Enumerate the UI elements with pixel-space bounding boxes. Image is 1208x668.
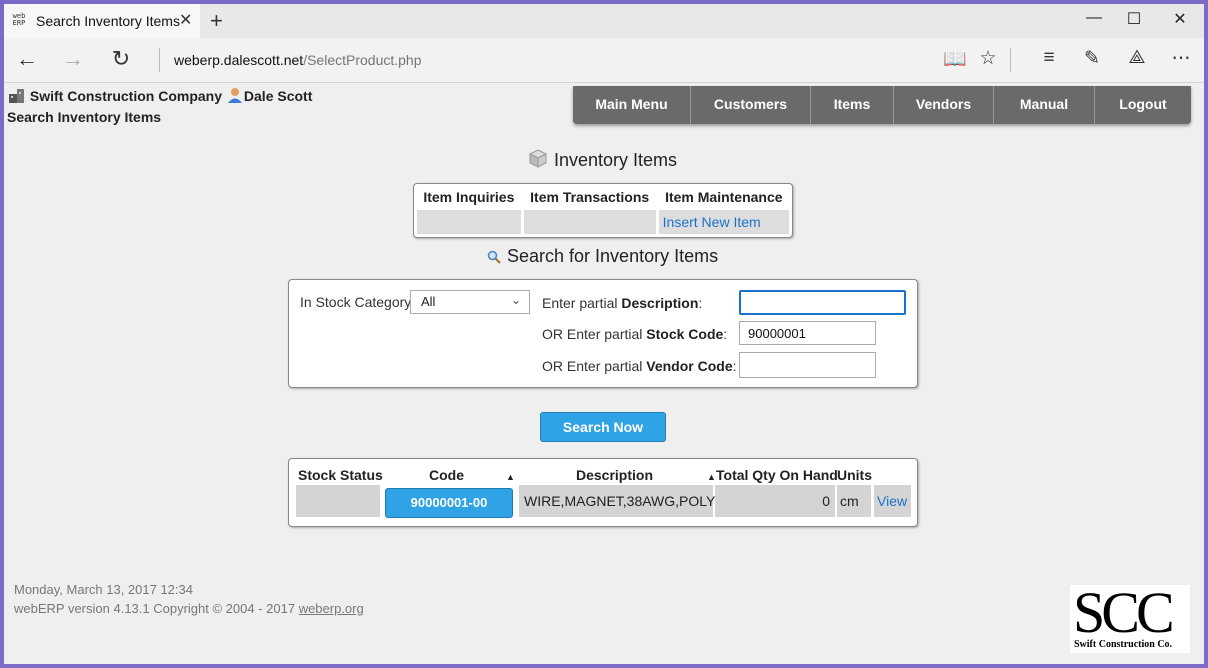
chevron-down-icon: ⌄ bbox=[510, 293, 521, 307]
col-code[interactable]: Code ▲ bbox=[429, 467, 515, 483]
new-tab-icon[interactable]: + bbox=[210, 8, 223, 34]
stock-code-label: OR Enter partial Stock Code: bbox=[542, 326, 728, 342]
url-domain: weberp.dalescott.net bbox=[174, 52, 304, 68]
col-qty-on-hand[interactable]: Total Qty On Hand bbox=[716, 467, 838, 483]
browser-window: web ERP Search Inventory Items ✕ + — ☐ ✕… bbox=[4, 4, 1204, 664]
logo-caption: Swift Construction Co. bbox=[1074, 639, 1173, 650]
sort-asc-icon: ▲ bbox=[707, 472, 716, 482]
description-label: Enter partial Description: bbox=[542, 295, 703, 311]
footer-version: webERP version 4.13.1 Copyright © 2004 -… bbox=[14, 601, 364, 616]
inventory-box-icon bbox=[528, 149, 548, 168]
header-item-transactions: Item Transactions bbox=[530, 189, 650, 205]
reading-view-icon[interactable]: 📖 bbox=[940, 47, 970, 71]
view-link[interactable]: View bbox=[877, 493, 907, 509]
sort-asc-icon: ▲ bbox=[506, 472, 515, 482]
favorite-star-icon[interactable]: ☆ bbox=[973, 47, 1003, 70]
menu-items[interactable]: Items bbox=[811, 86, 894, 124]
close-window-icon[interactable]: ✕ bbox=[1160, 9, 1200, 29]
back-icon[interactable]: ← bbox=[12, 46, 42, 72]
web-note-icon[interactable]: ✎ bbox=[1077, 47, 1107, 70]
insert-new-item-link[interactable]: Insert New Item bbox=[663, 214, 761, 230]
category-select-value: All bbox=[421, 294, 436, 309]
description-input[interactable] bbox=[739, 290, 906, 315]
search-now-button[interactable]: Search Now bbox=[540, 412, 666, 442]
row-description: WIRE,MAGNET,38AWG,POLY bbox=[519, 485, 715, 517]
col-stock-status[interactable]: Stock Status bbox=[298, 467, 383, 483]
user-name: Dale Scott bbox=[243, 88, 313, 104]
hub-icon[interactable]: ≡ bbox=[1034, 47, 1064, 69]
more-icon[interactable]: ⋯ bbox=[1166, 47, 1196, 70]
company-name: Swift Construction Company bbox=[29, 88, 223, 104]
results-table: Stock Status Code ▲ Description ▲ Total Qt… bbox=[288, 458, 918, 527]
url-field[interactable]: weberp.dalescott.net/SelectProduct.php bbox=[174, 52, 422, 68]
stock-code-input[interactable] bbox=[739, 321, 876, 345]
item-maintenance-cell: Insert New Item bbox=[658, 210, 789, 234]
logo-initials: SCC bbox=[1073, 580, 1175, 645]
browser-tab[interactable]: web ERP Search Inventory Items ✕ bbox=[4, 4, 200, 38]
row-stock-status bbox=[296, 485, 380, 517]
weberp-favicon-icon: web ERP bbox=[12, 12, 26, 27]
page-title: Search Inventory Items bbox=[7, 109, 162, 125]
minimize-icon[interactable]: — bbox=[1074, 9, 1114, 27]
col-units[interactable]: Units bbox=[837, 467, 872, 483]
url-path: /SelectProduct.php bbox=[303, 52, 422, 68]
header-item-inquiries: Item Inquiries bbox=[423, 189, 515, 205]
magnifier-icon bbox=[487, 250, 501, 264]
page-content: Swift Construction Company Dale Scott Se… bbox=[4, 83, 1204, 664]
address-bar: ← → ↻ weberp.dalescott.net/SelectProduct… bbox=[4, 38, 1204, 83]
col-description[interactable]: Description ▲ bbox=[576, 467, 716, 483]
menu-main-menu[interactable]: Main Menu bbox=[573, 86, 691, 124]
item-code-button[interactable]: 90000001-00 bbox=[385, 488, 513, 518]
maximize-icon[interactable]: ☐ bbox=[1114, 9, 1154, 29]
search-form: In Stock Category: All ⌄ Enter partial D… bbox=[288, 279, 918, 388]
search-section-title: Search for Inventory Items bbox=[487, 246, 718, 267]
menu-customers[interactable]: Customers bbox=[691, 86, 811, 124]
menu-logout[interactable]: Logout bbox=[1095, 86, 1191, 124]
toolbar-separator bbox=[1010, 48, 1011, 72]
close-tab-icon[interactable]: ✕ bbox=[179, 10, 192, 30]
inventory-items-title-text: Inventory Items bbox=[554, 150, 678, 170]
vendor-code-input[interactable] bbox=[739, 352, 876, 378]
category-label: In Stock Category: bbox=[300, 294, 416, 310]
company-icon bbox=[9, 89, 24, 103]
menu-vendors[interactable]: Vendors bbox=[894, 86, 994, 124]
refresh-icon[interactable]: ↻ bbox=[106, 46, 136, 72]
search-section-title-text: Search for Inventory Items bbox=[507, 246, 719, 266]
header-item-maintenance: Item Maintenance bbox=[665, 189, 783, 205]
vendor-code-label: OR Enter partial Vendor Code: bbox=[542, 358, 737, 374]
menu-manual[interactable]: Manual bbox=[994, 86, 1095, 124]
footer-date: Monday, March 13, 2017 12:34 bbox=[14, 582, 193, 597]
user-icon bbox=[227, 88, 242, 103]
forward-icon[interactable]: → bbox=[58, 46, 88, 72]
row-qty-on-hand: 0 bbox=[715, 485, 835, 517]
title-bar: web ERP Search Inventory Items ✕ + — ☐ ✕ bbox=[4, 4, 1204, 38]
company-logo: SCC Swift Construction Co. bbox=[1070, 580, 1190, 653]
url-separator bbox=[159, 48, 160, 72]
row-units: cm bbox=[837, 485, 871, 517]
item-inquiries-cell bbox=[417, 210, 521, 234]
row-view-cell: View bbox=[874, 485, 911, 517]
item-transactions-cell bbox=[523, 210, 656, 234]
inventory-items-title: Inventory Items bbox=[528, 148, 677, 171]
inventory-links-table: Item Inquiries Item Transactions Item Ma… bbox=[413, 183, 793, 238]
company-header: Swift Construction Company Dale Scott bbox=[8, 86, 312, 104]
tab-title: Search Inventory Items bbox=[36, 13, 180, 29]
category-select[interactable]: All ⌄ bbox=[410, 290, 530, 314]
weberp-link[interactable]: weberp.org bbox=[299, 601, 364, 616]
share-icon[interactable]: ⟁ bbox=[1122, 47, 1152, 69]
main-menu-bar: Main Menu Customers Items Vendors Manual… bbox=[573, 86, 1191, 124]
